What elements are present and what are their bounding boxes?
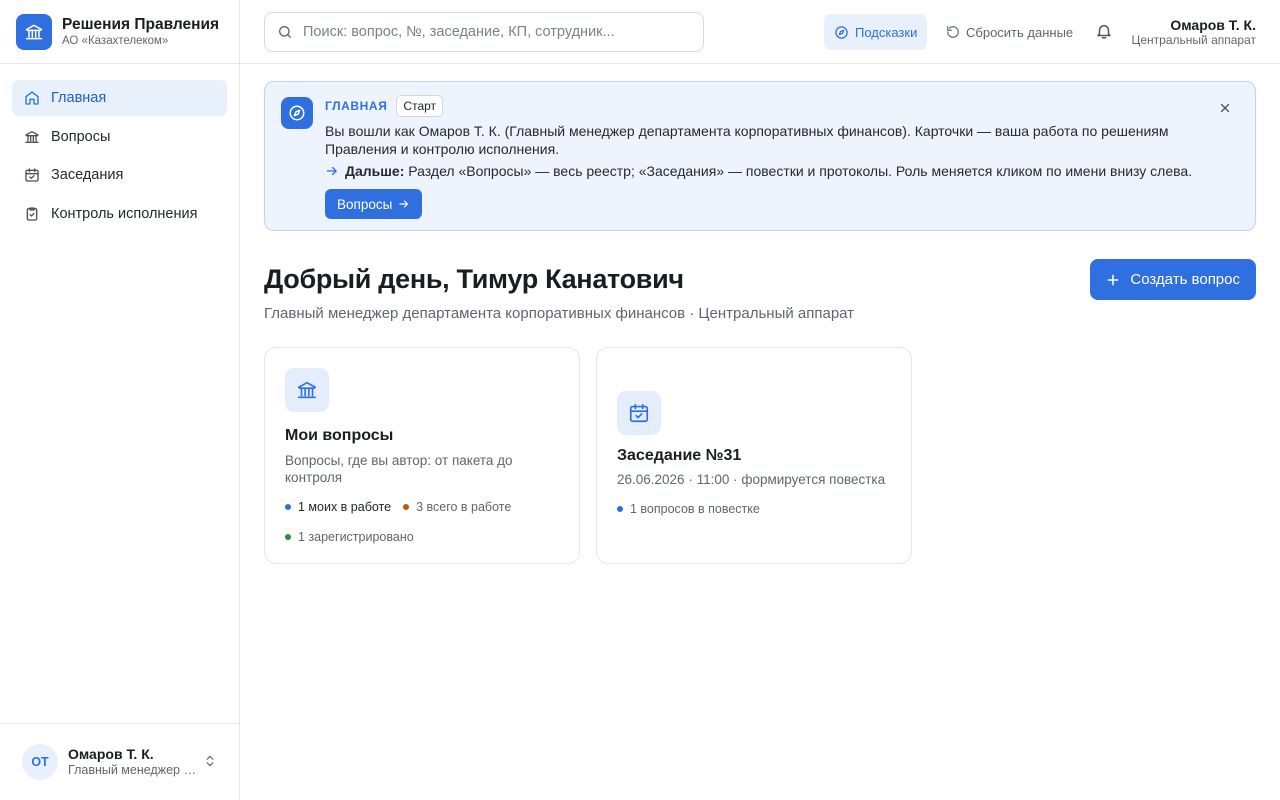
page-subtitle: Главный менеджер департамента корпоратив… (264, 305, 855, 322)
bank-icon (285, 368, 329, 412)
reset-data-button[interactable]: Сбросить данные (946, 14, 1073, 50)
card-title: Заседание №31 (617, 447, 742, 464)
status-dot (285, 504, 291, 510)
sidebar-item-label: Вопросы (51, 128, 111, 145)
banner-cta-label: Вопросы (337, 196, 393, 212)
stat-text: 3 всего в работе (416, 500, 512, 514)
hints-button[interactable]: Подсказки (824, 14, 928, 50)
compass-icon (281, 97, 313, 129)
topbar-user[interactable]: Омаров Т. К. Центральный аппарат (1132, 17, 1257, 47)
status-dot (617, 506, 623, 512)
hint-banner: ГЛАВНАЯ Старт Вы вошли как Омаров Т. К. … (264, 81, 1256, 231)
banner-chip: Старт (396, 95, 444, 117)
plus-icon (1106, 273, 1120, 287)
sidebar-item-control[interactable]: Контроль исполнения (12, 196, 227, 232)
brand-subtitle: АО «Казахтелеком» (62, 34, 169, 47)
topbar-user-name: Омаров Т. К. (1170, 17, 1256, 33)
search-input[interactable] (303, 24, 683, 40)
stat-registered: 1 зарегистрировано (285, 528, 414, 546)
my-questions-card[interactable]: Мои вопросы Вопросы, где вы автор: от па… (264, 347, 580, 564)
banner-text: Вы вошли как Омаров Т. К. (Главный менед… (325, 123, 1169, 157)
compass-icon (834, 25, 849, 40)
bell-icon[interactable] (1095, 22, 1113, 40)
status-dot (403, 504, 410, 510)
sidebar-user-name: Омаров Т. К. (68, 746, 154, 762)
close-icon[interactable] (1219, 102, 1231, 114)
status-dot (285, 534, 291, 540)
clipboard-check-icon (24, 206, 40, 222)
home-icon (24, 90, 40, 106)
card-stats: 1 моих в работе 3 всего в работе 1 зарег… (285, 498, 559, 546)
search-box[interactable] (264, 12, 704, 52)
sidebar-user-switcher[interactable]: ОТ Омаров Т. К. Главный менеджер департа… (0, 723, 239, 800)
sidebar-nav: Главная Вопросы Заседания Контроль испол… (0, 64, 239, 250)
hints-label: Подсказки (855, 24, 918, 40)
chevron-up-down-icon (203, 754, 217, 768)
sidebar-item-meetings[interactable]: Заседания (12, 157, 227, 193)
create-question-button[interactable]: Создать вопрос (1090, 259, 1256, 300)
card-stats: 1 вопросов в повестке (617, 500, 891, 518)
brand[interactable]: Решения Правления АО «Казахтелеком» (0, 0, 239, 64)
sidebar-item-label: Заседания (51, 167, 124, 183)
avatar: ОТ (22, 744, 58, 780)
card-title: Мои вопросы (285, 427, 394, 444)
reset-label: Сбросить данные (966, 24, 1074, 40)
topbar: Подсказки Сбросить данные Омаров Т. К. Ц… (240, 0, 1280, 64)
stat-my-in-work: 1 моих в работе (285, 498, 391, 516)
sidebar-item-label: Главная (51, 90, 107, 106)
sidebar-item-questions[interactable]: Вопросы (12, 119, 227, 155)
banner-questions-button[interactable]: Вопросы (325, 189, 423, 219)
stat-total-in-work: 3 всего в работе (403, 498, 511, 516)
stat-text: 1 вопросов в повестке (630, 502, 760, 516)
banner-tag: ГЛАВНАЯ (325, 99, 388, 113)
arrow-right-icon (398, 198, 410, 210)
stat-text: 1 моих в работе (298, 500, 392, 514)
dashboard-cards: Мои вопросы Вопросы, где вы автор: от па… (264, 347, 1256, 564)
main-content: ГЛАВНАЯ Старт Вы вошли как Омаров Т. К. … (264, 81, 1256, 564)
calendar-check-icon (24, 167, 40, 183)
sidebar-item-home[interactable]: Главная (12, 80, 227, 116)
rotate-ccw-icon (946, 25, 960, 39)
banner-next: Дальше: Раздел «Вопросы» — весь реестр; … (325, 162, 1205, 180)
topbar-user-unit: Центральный аппарат (1131, 33, 1257, 47)
bank-icon (16, 13, 52, 50)
stat-text: 1 зарегистрировано (298, 530, 414, 544)
meeting-card[interactable]: Заседание №31 26.06.2026 · 11:00 · форми… (596, 347, 912, 564)
banner-next-text: Раздел «Вопросы» — весь реестр; «Заседан… (408, 163, 1193, 179)
bank-icon (24, 129, 40, 145)
calendar-check-icon (617, 391, 661, 435)
greeting: Добрый день, Тимур Канатович Главный мен… (264, 259, 1256, 333)
card-description: 26.06.2026 · 11:00 · формируется повестк… (617, 472, 886, 487)
search-icon (277, 24, 293, 40)
brand-title: Решения Правления (62, 15, 220, 33)
sidebar-item-label: Контроль исполнения (51, 205, 198, 222)
sidebar-user-role: Главный менеджер департамента корпоратив… (68, 763, 196, 777)
stat-agenda-count: 1 вопросов в повестке (617, 500, 760, 518)
banner-next-label: Дальше: (345, 163, 405, 179)
card-description: Вопросы, где вы автор: от пакета до конт… (285, 453, 513, 485)
create-question-label: Создать вопрос (1130, 271, 1240, 288)
arrow-right-icon (325, 164, 339, 178)
sidebar: Решения Правления АО «Казахтелеком» Глав… (0, 0, 240, 800)
